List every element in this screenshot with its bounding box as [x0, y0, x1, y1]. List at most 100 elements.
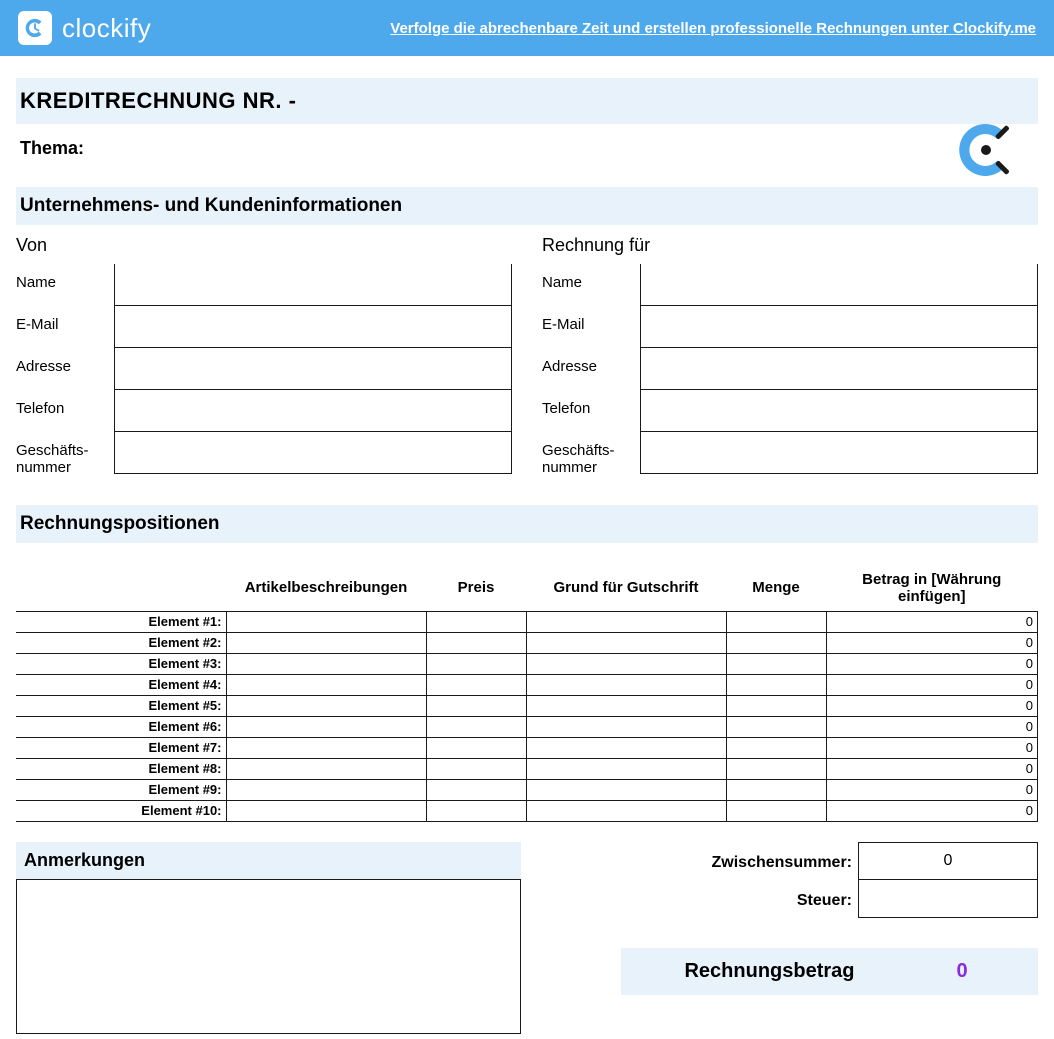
row-desc[interactable] — [226, 653, 426, 674]
col-reason: Grund für Gutschrift — [526, 565, 726, 612]
row-qty[interactable] — [726, 611, 826, 632]
row-price[interactable] — [426, 695, 526, 716]
row-qty[interactable] — [726, 716, 826, 737]
brand-text: clockify — [62, 13, 151, 44]
row-reason[interactable] — [526, 737, 726, 758]
to-biznum-input[interactable] — [640, 432, 1038, 474]
clockify-watermark-icon — [954, 118, 1018, 187]
row-amount: 0 — [826, 611, 1038, 632]
to-phone-label: Telefon — [542, 390, 640, 432]
to-address-label: Adresse — [542, 348, 640, 390]
row-amount: 0 — [826, 758, 1038, 779]
row-price[interactable] — [426, 716, 526, 737]
row-price[interactable] — [426, 674, 526, 695]
from-email-label: E-Mail — [16, 306, 114, 348]
row-reason[interactable] — [526, 758, 726, 779]
to-email-input[interactable] — [640, 306, 1038, 348]
row-qty[interactable] — [726, 800, 826, 821]
col-amount: Betrag in [Währung einfügen] — [826, 565, 1038, 612]
line-items-title: Rechnungspositionen — [20, 513, 1034, 535]
row-desc[interactable] — [226, 674, 426, 695]
row-price[interactable] — [426, 653, 526, 674]
row-desc[interactable] — [226, 800, 426, 821]
row-reason[interactable] — [526, 674, 726, 695]
row-qty[interactable] — [726, 632, 826, 653]
row-label: Element #2: — [16, 632, 226, 653]
final-label: Rechnungsbetrag — [637, 960, 902, 983]
from-phone-label: Telefon — [16, 390, 114, 432]
totals-section: Zwischensummer: 0 Steuer: Rechnungsbetra… — [621, 842, 1038, 995]
row-qty[interactable] — [726, 758, 826, 779]
notes-section: Anmerkungen — [16, 842, 521, 1039]
row-desc[interactable] — [226, 695, 426, 716]
row-qty[interactable] — [726, 653, 826, 674]
subtotal-label: Zwischensummer: — [621, 842, 858, 880]
from-address-input[interactable] — [114, 348, 512, 390]
from-biznum-input[interactable] — [114, 432, 512, 474]
row-price[interactable] — [426, 779, 526, 800]
row-qty[interactable] — [726, 779, 826, 800]
promo-link[interactable]: Verfolge die abrechenbare Zeit und erste… — [390, 20, 1036, 37]
from-biznum-label: Geschäfts-nummer — [16, 432, 114, 477]
notes-textarea[interactable] — [16, 879, 521, 1034]
row-amount: 0 — [826, 674, 1038, 695]
invoice-title: KREDITRECHNUNG NR. - — [20, 88, 1034, 114]
row-reason[interactable] — [526, 653, 726, 674]
to-name-label: Name — [542, 264, 640, 306]
row-desc[interactable] — [226, 611, 426, 632]
row-label: Element #10: — [16, 800, 226, 821]
brand-logo: clockify — [18, 11, 151, 45]
company-info-header: Unternehmens- und Kundeninformationen — [16, 187, 1038, 225]
company-info-title: Unternehmens- und Kundeninformationen — [20, 195, 1034, 217]
from-email-input[interactable] — [114, 306, 512, 348]
subtotal-value: 0 — [858, 842, 1038, 880]
tax-label: Steuer: — [621, 880, 858, 918]
row-price[interactable] — [426, 800, 526, 821]
from-phone-input[interactable] — [114, 390, 512, 432]
row-amount: 0 — [826, 800, 1038, 821]
notes-label: Anmerkungen — [16, 842, 521, 879]
row-label: Element #7: — [16, 737, 226, 758]
row-price[interactable] — [426, 737, 526, 758]
row-label: Element #4: — [16, 674, 226, 695]
row-label: Element #1: — [16, 611, 226, 632]
top-banner: clockify Verfolge die abrechenbare Zeit … — [0, 0, 1054, 56]
subject-label: Thema: — [20, 138, 84, 159]
row-reason[interactable] — [526, 695, 726, 716]
row-price[interactable] — [426, 758, 526, 779]
row-desc[interactable] — [226, 758, 426, 779]
invoice-title-bar: KREDITRECHNUNG NR. - — [16, 78, 1038, 124]
to-phone-input[interactable] — [640, 390, 1038, 432]
row-reason[interactable] — [526, 800, 726, 821]
from-header: Von — [16, 231, 512, 264]
row-reason[interactable] — [526, 779, 726, 800]
to-address-input[interactable] — [640, 348, 1038, 390]
to-email-label: E-Mail — [542, 306, 640, 348]
row-price[interactable] — [426, 632, 526, 653]
row-qty[interactable] — [726, 674, 826, 695]
from-name-input[interactable] — [114, 264, 512, 306]
from-name-label: Name — [16, 264, 114, 306]
row-reason[interactable] — [526, 611, 726, 632]
to-name-input[interactable] — [640, 264, 1038, 306]
row-qty[interactable] — [726, 695, 826, 716]
clockify-icon — [18, 11, 52, 45]
row-reason[interactable] — [526, 716, 726, 737]
row-price[interactable] — [426, 611, 526, 632]
row-amount: 0 — [826, 716, 1038, 737]
line-items-header: Rechnungspositionen — [16, 505, 1038, 543]
row-amount: 0 — [826, 632, 1038, 653]
line-items-table: Artikelbeschreibungen Preis Grund für Gu… — [16, 565, 1038, 822]
row-desc[interactable] — [226, 737, 426, 758]
row-desc[interactable] — [226, 779, 426, 800]
row-desc[interactable] — [226, 632, 426, 653]
tax-value[interactable] — [858, 880, 1038, 918]
row-label: Element #8: — [16, 758, 226, 779]
row-reason[interactable] — [526, 632, 726, 653]
final-total-row: Rechnungsbetrag 0 — [621, 948, 1038, 995]
row-desc[interactable] — [226, 716, 426, 737]
row-amount: 0 — [826, 737, 1038, 758]
row-qty[interactable] — [726, 737, 826, 758]
row-label: Element #6: — [16, 716, 226, 737]
row-label: Element #3: — [16, 653, 226, 674]
